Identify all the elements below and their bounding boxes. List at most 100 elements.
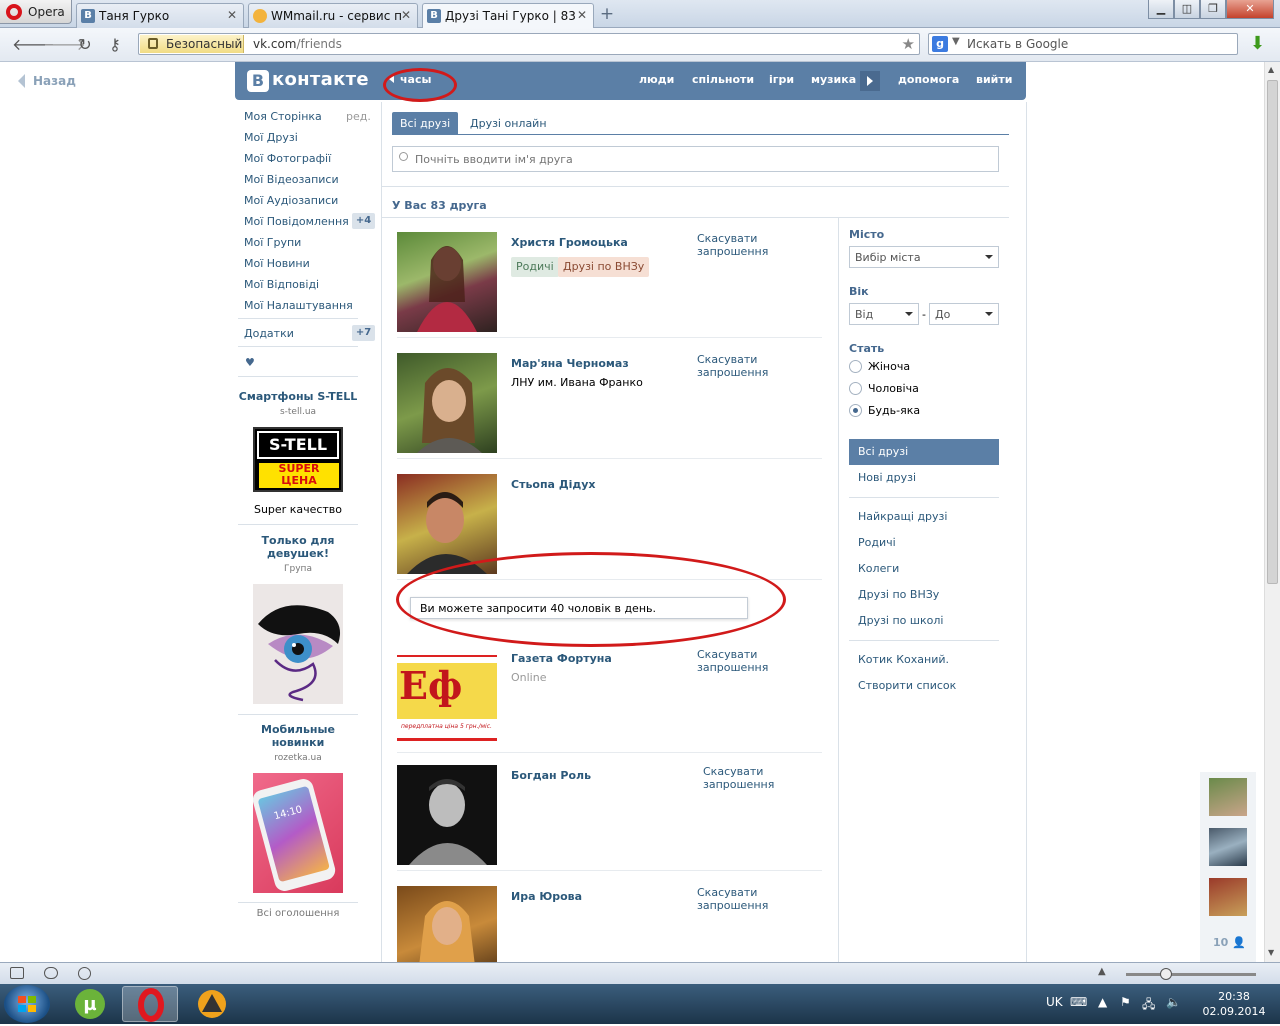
windows-start-button[interactable] xyxy=(4,985,50,1023)
minimize-window-button[interactable]: ▁ xyxy=(1148,0,1174,19)
zoom-slider-track[interactable] xyxy=(1126,973,1256,976)
friend-photo[interactable] xyxy=(397,765,497,865)
gender-radio-female[interactable] xyxy=(849,360,862,373)
age-to-select[interactable]: До xyxy=(929,303,999,325)
menu-my-messages[interactable]: Мої Повідомлення xyxy=(244,215,349,228)
friend-name[interactable]: Ира Юрова xyxy=(511,890,582,903)
scroll-up-icon[interactable]: ▲ xyxy=(1268,65,1274,74)
ad-title[interactable]: Мобильные новинки xyxy=(238,723,358,749)
list-relatives[interactable]: Родичі xyxy=(849,530,999,556)
list-new-friends[interactable]: Нові друзі xyxy=(849,465,999,491)
chevron-down-icon[interactable]: ▼ xyxy=(952,36,960,47)
network-icon[interactable]: 🖧 xyxy=(1142,995,1155,1016)
browser-tab-1[interactable]: В Таня Гурко ✕ xyxy=(76,3,244,28)
page-scrollbar[interactable]: ▲ ▼ xyxy=(1264,62,1280,962)
friend-name[interactable]: Газета Фортуна xyxy=(511,652,612,665)
browser-tab-2[interactable]: WMmail.ru - сервис п... ✕ xyxy=(248,3,418,28)
search-engine-field[interactable]: g ▼ Искать в Google xyxy=(928,33,1238,55)
cancel-request-link[interactable]: Скасувати запрошення xyxy=(703,765,783,791)
online-friend-avatar[interactable] xyxy=(1209,828,1247,866)
new-tab-icon[interactable]: + xyxy=(598,5,616,23)
cancel-request-link[interactable]: Скасувати запрошення xyxy=(697,886,822,912)
all-ads-link[interactable]: Всі оголошення xyxy=(238,908,358,919)
gender-label-any[interactable]: Будь-яка xyxy=(868,404,920,417)
cancel-request-link[interactable]: Скасувати запрошення xyxy=(697,353,822,379)
age-from-select[interactable]: Від xyxy=(849,303,919,325)
list-custom[interactable]: Котик Коханий. xyxy=(849,647,999,673)
scrollbar-thumb[interactable] xyxy=(1267,80,1278,584)
cancel-request-link[interactable]: Скасувати запрошення xyxy=(697,648,822,674)
scroll-up-icon[interactable]: ▲ xyxy=(1098,966,1106,977)
ad-banner-image[interactable]: S-TELL SUPER ЦЕНА xyxy=(253,427,343,492)
tab-all-friends[interactable]: Всі друзі xyxy=(392,112,459,135)
google-logo-icon[interactable]: g xyxy=(932,36,948,52)
key-icon[interactable]: ⚷ xyxy=(106,36,124,54)
friend-name[interactable]: Стьопа Дідух xyxy=(511,478,596,491)
friend-tag[interactable]: Родичі xyxy=(511,257,559,277)
ad-title[interactable]: Смартфоны S-TELL xyxy=(238,390,358,403)
tab-close-icon[interactable]: ✕ xyxy=(399,8,413,22)
menu-my-settings[interactable]: Мої Налаштування xyxy=(244,299,353,312)
tab-close-icon[interactable]: ✕ xyxy=(575,8,589,22)
opera-taskbar-button[interactable] xyxy=(122,986,178,1022)
topnav-people[interactable]: люди xyxy=(639,73,674,86)
gender-label-female[interactable]: Жіноча xyxy=(868,360,910,373)
gender-radio-male[interactable] xyxy=(849,382,862,395)
vk-logo-icon[interactable]: В xyxy=(247,70,269,92)
menu-my-answers[interactable]: Мої Відповіді xyxy=(244,278,319,291)
topnav-games[interactable]: ігри xyxy=(769,73,794,86)
music-play-button[interactable] xyxy=(860,71,880,91)
back-arrow-icon[interactable]: 🡐 xyxy=(12,36,55,54)
topnav-help[interactable]: допомога xyxy=(898,73,959,86)
tab-close-icon[interactable]: ✕ xyxy=(225,8,239,22)
menu-apps[interactable]: Додатки xyxy=(244,327,294,340)
download-icon[interactable]: ⬇ xyxy=(1250,34,1268,54)
ad-title[interactable]: Только для девушек! xyxy=(238,534,358,560)
flag-icon[interactable]: ⚑ xyxy=(1120,995,1131,1009)
opera-menu-button[interactable]: Opera xyxy=(0,0,72,24)
bookmark-star-icon[interactable]: ★ xyxy=(902,35,915,53)
list-university-friends[interactable]: Друзі по ВНЗу xyxy=(849,582,999,608)
menu-my-page[interactable]: Моя Сторінка xyxy=(244,110,322,123)
list-colleagues[interactable]: Колеги xyxy=(849,556,999,582)
browser-tab-3-active[interactable]: В Друзі Тані Гурко | 83 д... ✕ xyxy=(422,3,594,28)
gender-label-male[interactable]: Чоловіча xyxy=(868,382,919,395)
tab-friends-online[interactable]: Друзі онлайн xyxy=(462,112,555,135)
scroll-down-icon[interactable]: ▼ xyxy=(1268,948,1274,957)
online-friends-count[interactable]: 10 👤 xyxy=(1213,936,1246,949)
online-friend-avatar[interactable] xyxy=(1209,778,1247,816)
ad-phone-image[interactable]: 14:10 xyxy=(253,773,343,893)
friend-tag[interactable]: Друзі по ВНЗу xyxy=(558,257,650,277)
tile-window-button[interactable]: ◫ xyxy=(1174,0,1200,19)
cancel-request-link[interactable]: Скасувати запрошення xyxy=(697,232,822,258)
reload-icon[interactable]: ↻ xyxy=(76,36,94,54)
restore-window-button[interactable]: ❐ xyxy=(1200,0,1226,19)
cloud-icon[interactable] xyxy=(44,967,58,979)
system-clock[interactable]: 20:38 02.09.2014 xyxy=(1198,989,1270,1019)
forward-arrow-icon[interactable]: 🡒 xyxy=(43,36,86,54)
heart-icon[interactable]: ♥ xyxy=(245,356,255,369)
address-field[interactable]: Безопасный vk.com/friends ★ xyxy=(138,33,920,55)
volume-icon[interactable]: 🔈 xyxy=(1166,995,1181,1009)
zoom-slider-knob[interactable] xyxy=(1160,968,1172,980)
security-badge[interactable]: Безопасный xyxy=(140,35,244,53)
friend-photo[interactable] xyxy=(397,353,497,453)
friend-name[interactable]: Христя Громоцька xyxy=(511,236,628,249)
menu-my-news[interactable]: Мої Новини xyxy=(244,257,310,270)
list-best-friends[interactable]: Найкращі друзі xyxy=(849,504,999,530)
menu-edit-link[interactable]: ред. xyxy=(346,110,371,123)
tray-expand-icon[interactable]: ▲ xyxy=(1098,995,1107,1009)
language-indicator[interactable]: UK xyxy=(1046,995,1063,1009)
menu-my-groups[interactable]: Мої Групи xyxy=(244,236,301,249)
messages-count-badge[interactable]: +4 xyxy=(352,213,375,229)
friend-photo[interactable] xyxy=(397,232,497,332)
apps-count-badge[interactable]: +7 xyxy=(352,325,375,341)
list-school-friends[interactable]: Друзі по школі xyxy=(849,608,999,634)
vk-logo-text[interactable]: контакте xyxy=(272,69,369,90)
friend-search-input[interactable] xyxy=(415,151,985,167)
list-create-new[interactable]: Створити список xyxy=(849,673,999,699)
online-friend-avatar[interactable] xyxy=(1209,878,1247,916)
friend-search-box[interactable] xyxy=(392,146,999,172)
topnav-communities[interactable]: спільноти xyxy=(692,73,754,86)
gender-radio-any[interactable] xyxy=(849,404,862,417)
